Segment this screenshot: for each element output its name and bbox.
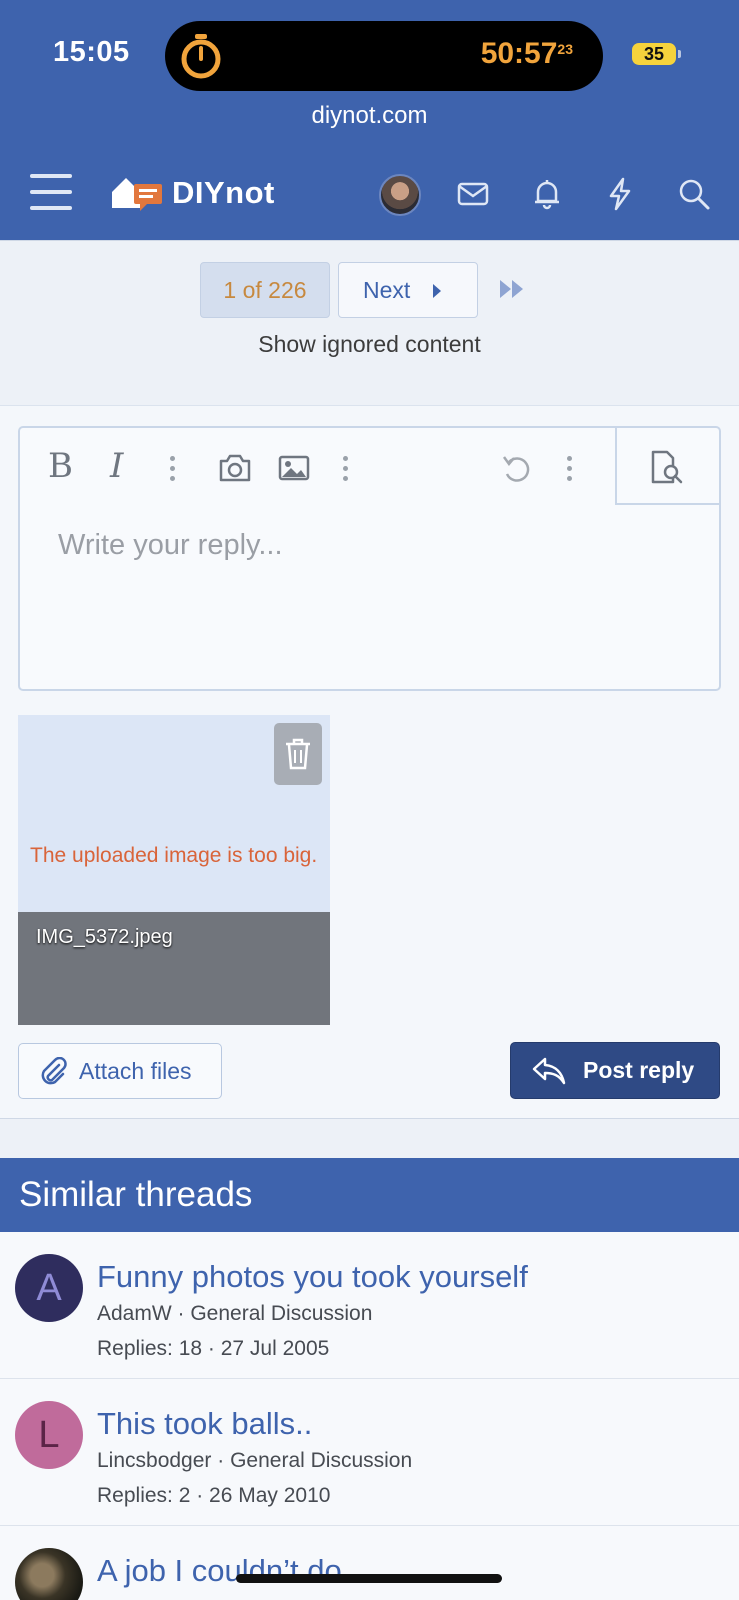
thread-meta: AdamW · General Discussion [97, 1302, 373, 1325]
browser-url[interactable]: diynot.com [0, 102, 739, 130]
preview-button[interactable] [615, 428, 719, 505]
battery-indicator: 35 [632, 43, 676, 65]
list-item[interactable]: A Funny photos you took yourself AdamW ·… [0, 1232, 739, 1379]
bold-button[interactable]: B [48, 446, 84, 486]
thread-stats: Replies: 2 · 26 May 2010 [97, 1484, 331, 1507]
home-indicator [236, 1574, 502, 1583]
pagination-section: 1 of 226 Next Show ignored content [0, 240, 739, 405]
user-avatar[interactable] [379, 174, 421, 216]
attachment-card: The uploaded image is too big. IMG_5372.… [18, 715, 330, 1025]
avatar[interactable] [15, 1548, 83, 1600]
thread-title[interactable]: Funny photos you took yourself [97, 1259, 528, 1295]
thread-title[interactable]: This took balls.. [97, 1406, 312, 1442]
attach-files-label: Attach files [79, 1058, 192, 1084]
next-label: Next [363, 277, 411, 303]
site-header: 15:05 50:5723 35 diynot.com DIYnot [0, 0, 739, 240]
status-time: 15:05 [53, 36, 130, 68]
section-gap [0, 1119, 739, 1158]
attach-files-button[interactable]: Attach files [18, 1043, 222, 1099]
site-logo[interactable]: DIYnot [110, 174, 275, 212]
attachment-filename-bar: IMG_5372.jpeg [18, 912, 330, 1025]
reply-arrow-icon [532, 1057, 566, 1085]
battery-tip [678, 50, 681, 58]
show-ignored-link[interactable]: Show ignored content [0, 331, 739, 358]
dynamic-island: 50:5723 [165, 21, 603, 91]
list-item[interactable]: L This took balls.. Lincsbodger · Genera… [0, 1379, 739, 1526]
delete-attachment-button[interactable] [274, 723, 322, 785]
reply-editor[interactable]: B I Write your reply... [18, 426, 721, 691]
list-item[interactable]: A job I couldn’t do [0, 1526, 739, 1600]
avatar[interactable]: A [15, 1254, 83, 1322]
image-icon[interactable] [278, 454, 310, 482]
more-options-icon[interactable] [567, 456, 573, 486]
post-reply-button[interactable]: Post reply [510, 1042, 720, 1099]
similar-threads-list: A Funny photos you took yourself AdamW ·… [0, 1232, 739, 1600]
page-indicator[interactable]: 1 of 226 [200, 262, 330, 318]
caret-right-icon [433, 284, 441, 298]
attachment-filename: IMG_5372.jpeg [36, 926, 173, 948]
menu-icon[interactable] [30, 174, 72, 210]
avatar[interactable]: L [15, 1401, 83, 1469]
search-icon[interactable] [676, 176, 712, 212]
inbox-icon[interactable] [455, 176, 491, 212]
lightning-icon[interactable] [602, 176, 638, 212]
next-page-button[interactable]: Next [338, 262, 478, 318]
logo-text: DIYnot [172, 175, 275, 210]
post-reply-label: Post reply [583, 1057, 695, 1083]
last-page-icon[interactable] [498, 278, 526, 300]
similar-threads-heading: Similar threads [0, 1158, 739, 1232]
reply-form: B I Write your reply... The uploaded ima… [0, 405, 739, 1119]
thread-stats: Replies: 18 · 27 Jul 2005 [97, 1337, 330, 1360]
more-text-options-icon[interactable] [170, 456, 176, 486]
bell-icon[interactable] [529, 176, 565, 212]
italic-button[interactable]: I [110, 446, 146, 486]
camera-icon[interactable] [218, 452, 252, 484]
house-logo-icon [112, 178, 162, 211]
stopwatch-icon [181, 34, 221, 79]
thread-meta: Lincsbodger · General Discussion [97, 1449, 413, 1472]
paperclip-icon [41, 1057, 67, 1085]
reply-placeholder[interactable]: Write your reply... [58, 529, 283, 562]
more-insert-options-icon[interactable] [343, 456, 349, 486]
undo-icon[interactable] [500, 452, 534, 486]
thread-title[interactable]: A job I couldn’t do [97, 1553, 342, 1589]
document-search-icon [651, 450, 683, 484]
trash-icon [286, 738, 310, 770]
timer-readout: 50:5723 [480, 37, 573, 70]
upload-error-message: The uploaded image is too big. [30, 844, 318, 867]
